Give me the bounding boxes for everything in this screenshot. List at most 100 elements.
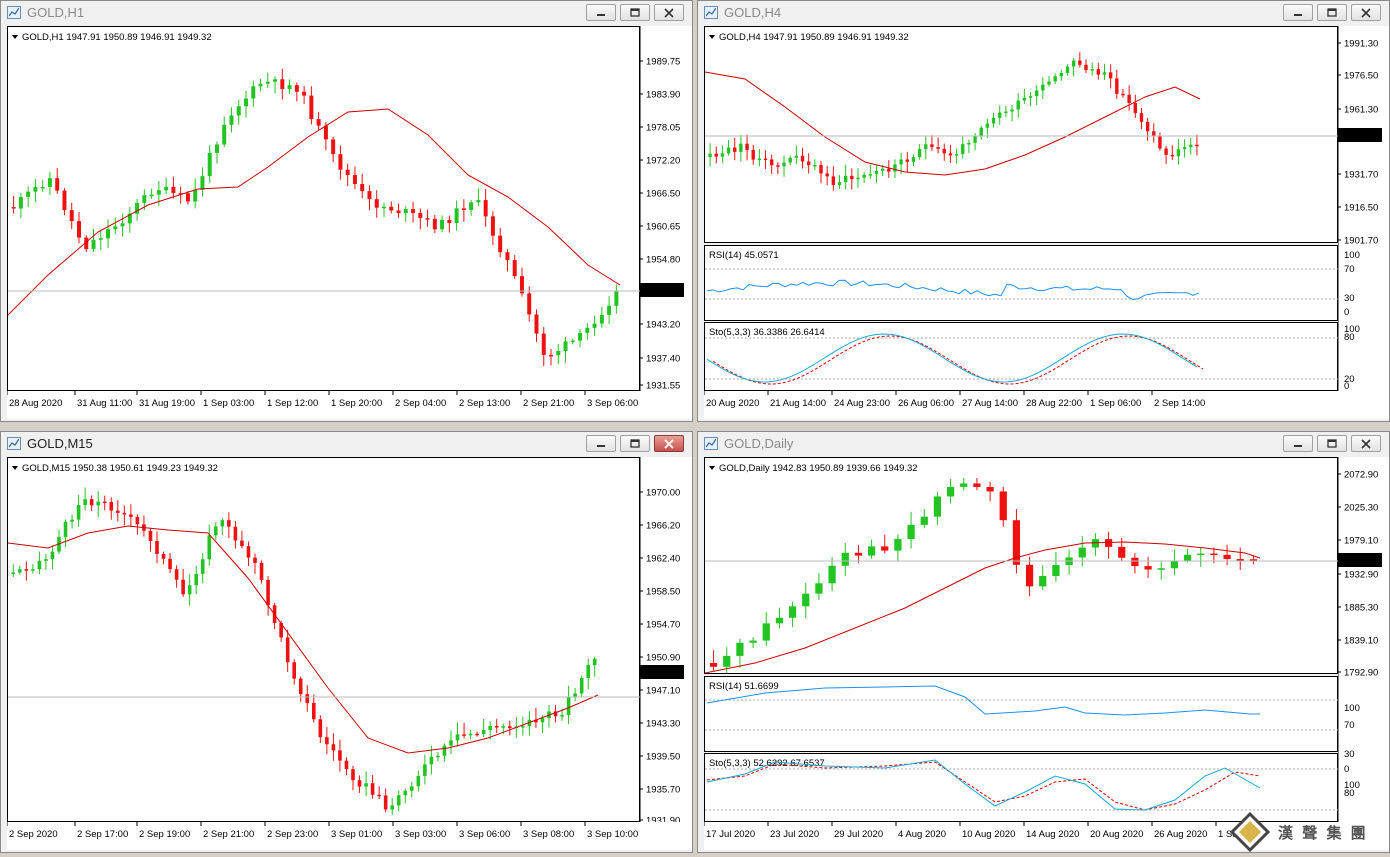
minimize-button[interactable] (1283, 4, 1313, 21)
bullish-candle (862, 174, 866, 178)
close-button[interactable] (654, 435, 684, 452)
time-tick-label: 3 Sep 08:00 (523, 829, 574, 840)
rsi-tick-label: 70 (1344, 264, 1355, 275)
current-price-label: 1949.32 (1342, 556, 1376, 567)
bearish-candle (253, 557, 257, 563)
bullish-candle (1157, 568, 1165, 570)
price-tick-label: 1935.70 (646, 785, 680, 796)
price-tick-label: 1950.90 (646, 653, 680, 664)
bearish-candle (318, 719, 323, 738)
bullish-candle (193, 189, 198, 202)
bullish-candle (1197, 553, 1205, 556)
maximize-button[interactable] (620, 435, 650, 452)
bullish-candle (1176, 149, 1181, 157)
bearish-candle (714, 153, 718, 157)
price-axis: 1991.30 1976.50 1961.30 1931.70 1916.50 1901.… (1337, 26, 1389, 392)
maximize-button[interactable] (1317, 4, 1347, 21)
bearish-candle (1170, 154, 1174, 157)
bullish-candle (579, 678, 584, 694)
bearish-candle (733, 147, 737, 152)
bearish-candle (1236, 559, 1244, 561)
bullish-candle (18, 569, 22, 573)
bearish-candle (246, 546, 251, 558)
bullish-candle (607, 305, 612, 315)
bearish-candle (800, 155, 805, 162)
time-tick-label: 26 Aug 06:00 (898, 398, 954, 409)
price-tick-label: 1931.70 (1344, 170, 1378, 181)
bullish-candle (920, 516, 928, 525)
bullish-candle (1052, 565, 1060, 576)
bearish-candle (948, 153, 953, 156)
bearish-candle (240, 540, 244, 547)
close-button[interactable] (1351, 4, 1381, 21)
bullish-candle (33, 186, 38, 192)
bullish-candle (521, 725, 525, 728)
bearish-candle (116, 510, 120, 513)
bullish-candle (164, 186, 169, 191)
bullish-candle (1028, 96, 1033, 98)
rsi-tick-label: 30 (1344, 293, 1355, 304)
chart-window-h1[interactable]: GOLD,H1 GOLD,H1 1947.91 1950.89 1946.91 … (0, 0, 693, 422)
maximize-button[interactable] (620, 4, 650, 21)
rsi-panel[interactable]: RSI(14) 45.0571 (704, 245, 1339, 321)
bullish-candle (396, 795, 401, 806)
price-tick-label: 1885.30 (1344, 603, 1378, 614)
chart-window-h4[interactable]: GOLD,H4 GOLD,H4 1947.91 1950.89 1946.91 … (697, 0, 1390, 422)
price-tick-label: 2072.90 (1344, 470, 1378, 481)
bearish-candle (316, 119, 321, 126)
bearish-candle (462, 734, 466, 736)
bullish-candle (868, 174, 873, 176)
bullish-candle (954, 154, 959, 156)
maximize-button[interactable] (1317, 435, 1347, 452)
bullish-candle (381, 206, 386, 209)
window-titlebar[interactable]: GOLD,M15 (1, 432, 692, 456)
price-tick-label: 1901.70 (1344, 236, 1378, 247)
bullish-candle (410, 786, 414, 791)
bearish-candle (930, 144, 934, 148)
chart-area[interactable]: GOLD,M15 1950.38 1950.61 1949.23 1949.32 (7, 457, 641, 822)
minimize-button[interactable] (1283, 435, 1313, 452)
stochastic-panel[interactable]: Sto(5,3,3) 36.3386 26.6414 (704, 322, 1339, 391)
bearish-candle (1078, 60, 1082, 65)
bearish-candle (418, 212, 423, 219)
rsi-label: RSI(14) 51.6699 (709, 681, 779, 692)
price-tick-label: 1947.10 (646, 686, 680, 697)
bearish-candle (447, 219, 452, 224)
bullish-candle (501, 726, 506, 728)
bearish-candle (302, 91, 307, 96)
close-button[interactable] (654, 4, 684, 21)
bullish-candle (449, 740, 453, 746)
price-tick-label: 1792.90 (1344, 668, 1378, 679)
bullish-candle (560, 715, 564, 717)
chart-window-m15[interactable]: GOLD,M15 GOLD,M15 1950.38 1950.61 1949.2… (0, 431, 693, 853)
chart-area[interactable]: GOLD,H1 1947.91 1950.89 1946.91 1949.32 (7, 26, 641, 391)
window-titlebar[interactable]: GOLD,Daily (698, 432, 1389, 456)
bullish-candle (96, 501, 100, 506)
bullish-candle (251, 86, 256, 99)
bullish-candle (1016, 100, 1020, 110)
minimize-button[interactable] (586, 435, 616, 452)
bearish-candle (181, 579, 185, 595)
rsi-panel[interactable]: RSI(14) 51.6699 (704, 676, 1339, 752)
window-titlebar[interactable]: GOLD,H4 (698, 1, 1389, 25)
time-tick-label: 27 Aug 14:00 (962, 398, 1018, 409)
bearish-candle (527, 293, 532, 315)
rsi-label: RSI(14) 45.0571 (709, 250, 779, 261)
price-tick-label: 1916.50 (1344, 203, 1378, 214)
chart-area[interactable]: GOLD,Daily 1942.83 1950.89 1939.66 1949.… (704, 457, 1339, 674)
bearish-candle (936, 147, 940, 149)
bullish-candle (236, 106, 241, 116)
rsi-tick-label: 0 (1344, 764, 1349, 775)
chart-window-daily[interactable]: GOLD,Daily GOLD,Daily 1942.83 1950.89 19… (697, 431, 1390, 853)
sto-tick-label: 0 (1344, 381, 1349, 391)
bullish-candle (563, 341, 568, 352)
bullish-candle (142, 195, 147, 203)
window-titlebar[interactable]: GOLD,H1 (1, 1, 692, 25)
close-button[interactable] (1351, 435, 1381, 452)
time-tick-label: 2 Sep 21:00 (203, 829, 254, 840)
time-tick-label: 17 Jul 2020 (706, 829, 755, 840)
minimize-button[interactable] (586, 4, 616, 21)
bullish-candle (364, 783, 368, 787)
chart-area[interactable]: GOLD,H4 1947.91 1950.89 1946.91 1949.32 (704, 26, 1339, 243)
time-tick-label: 2 Sep 23:00 (267, 829, 318, 840)
